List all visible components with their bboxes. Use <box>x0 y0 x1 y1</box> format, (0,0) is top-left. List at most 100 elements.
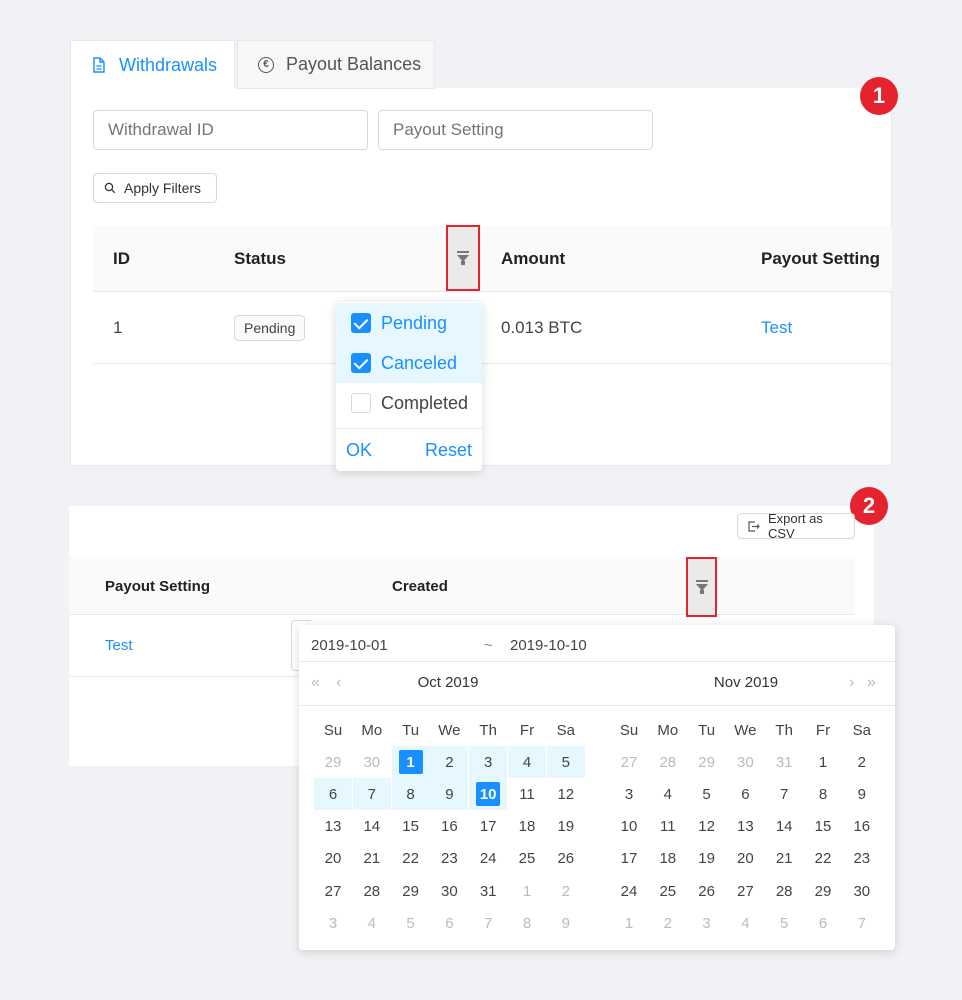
calendar-day[interactable]: 6 <box>430 908 468 940</box>
calendar-day[interactable]: 12 <box>547 778 585 810</box>
calendar-day[interactable]: 22 <box>804 843 842 875</box>
calendar-day[interactable]: 24 <box>610 875 648 907</box>
calendar-day[interactable]: 7 <box>469 908 507 940</box>
calendar-day-selected[interactable]: 10 <box>469 778 508 811</box>
tab-withdrawals[interactable]: Withdrawals <box>70 40 235 89</box>
calendar-day[interactable]: 1 <box>508 875 546 907</box>
calendar-day[interactable]: 13 <box>726 811 764 843</box>
calendar-day[interactable]: 9 <box>430 778 469 811</box>
calendar-day[interactable]: 5 <box>688 778 726 810</box>
calendar-day[interactable]: 5 <box>765 908 803 940</box>
calendar-day[interactable]: 26 <box>547 843 585 875</box>
calendar-day[interactable]: 31 <box>469 875 507 907</box>
checkbox-checked[interactable] <box>351 313 371 333</box>
calendar-day[interactable]: 2 <box>649 908 687 940</box>
calendar-day[interactable]: 4 <box>726 908 764 940</box>
calendar-day[interactable]: 5 <box>392 908 430 940</box>
calendar-day[interactable]: 25 <box>508 843 546 875</box>
calendar-day[interactable]: 1 <box>610 908 648 940</box>
calendar-day[interactable]: 28 <box>649 746 687 778</box>
calendar-day[interactable]: 4 <box>508 746 546 778</box>
calendar-day[interactable]: 14 <box>765 811 803 843</box>
tab-payout-balances[interactable]: € Payout Balances <box>237 40 435 89</box>
calendar-day[interactable]: 10 <box>610 811 648 843</box>
column-header-status[interactable]: Status <box>234 249 286 269</box>
calendar-day[interactable]: 23 <box>843 843 881 875</box>
calendar-day[interactable]: 3 <box>688 908 726 940</box>
calendar-day[interactable]: 4 <box>649 778 687 810</box>
left-month-label[interactable]: Oct 2019 <box>299 674 597 691</box>
calendar-day[interactable]: 29 <box>688 746 726 778</box>
calendar-day[interactable]: 18 <box>649 843 687 875</box>
calendar-day[interactable]: 3 <box>610 778 648 810</box>
calendar-day[interactable]: 19 <box>547 811 585 843</box>
apply-filters-button[interactable]: Apply Filters <box>93 173 217 203</box>
calendar-day[interactable]: 5 <box>546 746 585 778</box>
calendar-day[interactable]: 15 <box>804 811 842 843</box>
calendar-day-selected[interactable]: 1 <box>391 746 430 778</box>
calendar-day[interactable]: 29 <box>804 875 842 907</box>
calendar-day[interactable]: 11 <box>508 778 546 810</box>
calendar-day[interactable]: 25 <box>649 875 687 907</box>
calendar-day[interactable]: 30 <box>353 746 391 778</box>
calendar-day[interactable]: 1 <box>804 746 842 778</box>
column-header-payout-setting[interactable]: Payout Setting <box>761 249 880 269</box>
calendar-day[interactable]: 8 <box>508 908 546 940</box>
payout-setting-link[interactable]: Test <box>761 318 792 338</box>
status-filter-button[interactable] <box>446 225 480 291</box>
calendar-day[interactable]: 21 <box>765 843 803 875</box>
calendar-day[interactable]: 7 <box>352 778 391 811</box>
calendar-day[interactable]: 9 <box>547 908 585 940</box>
calendar-day[interactable]: 3 <box>314 908 352 940</box>
calendar-day[interactable]: 30 <box>843 875 881 907</box>
calendar-day[interactable]: 30 <box>430 875 468 907</box>
column-header-amount[interactable]: Amount <box>501 249 565 269</box>
calendar-day[interactable]: 20 <box>726 843 764 875</box>
column-header-id[interactable]: ID <box>113 249 130 269</box>
next-year-icon[interactable]: » <box>867 674 876 692</box>
calendar-day[interactable]: 22 <box>392 843 430 875</box>
calendar-day[interactable]: 4 <box>353 908 391 940</box>
column-header-payout-setting[interactable]: Payout Setting <box>105 578 210 595</box>
calendar-day[interactable]: 17 <box>610 843 648 875</box>
calendar-day[interactable]: 27 <box>314 875 352 907</box>
calendar-day[interactable]: 26 <box>688 875 726 907</box>
calendar-day[interactable]: 3 <box>469 746 508 778</box>
export-csv-button[interactable]: Export as CSV <box>737 511 855 541</box>
calendar-day[interactable]: 16 <box>843 811 881 843</box>
payout-setting-link[interactable]: Test <box>105 637 133 654</box>
calendar-day[interactable]: 8 <box>804 778 842 810</box>
calendar-day[interactable]: 2 <box>430 746 469 778</box>
calendar-day[interactable]: 2 <box>547 875 585 907</box>
calendar-day[interactable]: 6 <box>314 778 352 811</box>
calendar-day[interactable]: 30 <box>726 746 764 778</box>
next-month-icon[interactable]: › <box>849 674 854 692</box>
filter-option-completed[interactable]: Completed <box>336 383 482 423</box>
calendar-day[interactable]: 28 <box>353 875 391 907</box>
calendar-day[interactable]: 2 <box>843 746 881 778</box>
column-header-created[interactable]: Created <box>392 578 448 595</box>
calendar-day[interactable]: 27 <box>610 746 648 778</box>
calendar-day[interactable]: 23 <box>430 843 468 875</box>
filter-ok-button[interactable]: OK <box>346 440 372 461</box>
withdrawal-id-input[interactable] <box>93 110 368 150</box>
calendar-day[interactable]: 7 <box>765 778 803 810</box>
checkbox-checked[interactable] <box>351 353 371 373</box>
calendar-day[interactable]: 27 <box>726 875 764 907</box>
filter-option-canceled[interactable]: Canceled <box>336 343 482 383</box>
filter-option-pending[interactable]: Pending <box>336 303 482 343</box>
calendar-day[interactable]: 16 <box>430 811 468 843</box>
calendar-day[interactable]: 12 <box>688 811 726 843</box>
calendar-day[interactable]: 21 <box>353 843 391 875</box>
calendar-day[interactable]: 18 <box>508 811 546 843</box>
calendar-day[interactable]: 6 <box>726 778 764 810</box>
calendar-day[interactable]: 8 <box>391 778 430 811</box>
payout-setting-input[interactable] <box>378 110 653 150</box>
start-date-input[interactable]: 2019-10-01 <box>311 637 388 654</box>
calendar-day[interactable]: 31 <box>765 746 803 778</box>
calendar-day[interactable]: 6 <box>804 908 842 940</box>
end-date-input[interactable]: 2019-10-10 <box>510 637 587 654</box>
calendar-day[interactable]: 28 <box>765 875 803 907</box>
calendar-day[interactable]: 29 <box>314 746 352 778</box>
calendar-day[interactable]: 24 <box>469 843 507 875</box>
